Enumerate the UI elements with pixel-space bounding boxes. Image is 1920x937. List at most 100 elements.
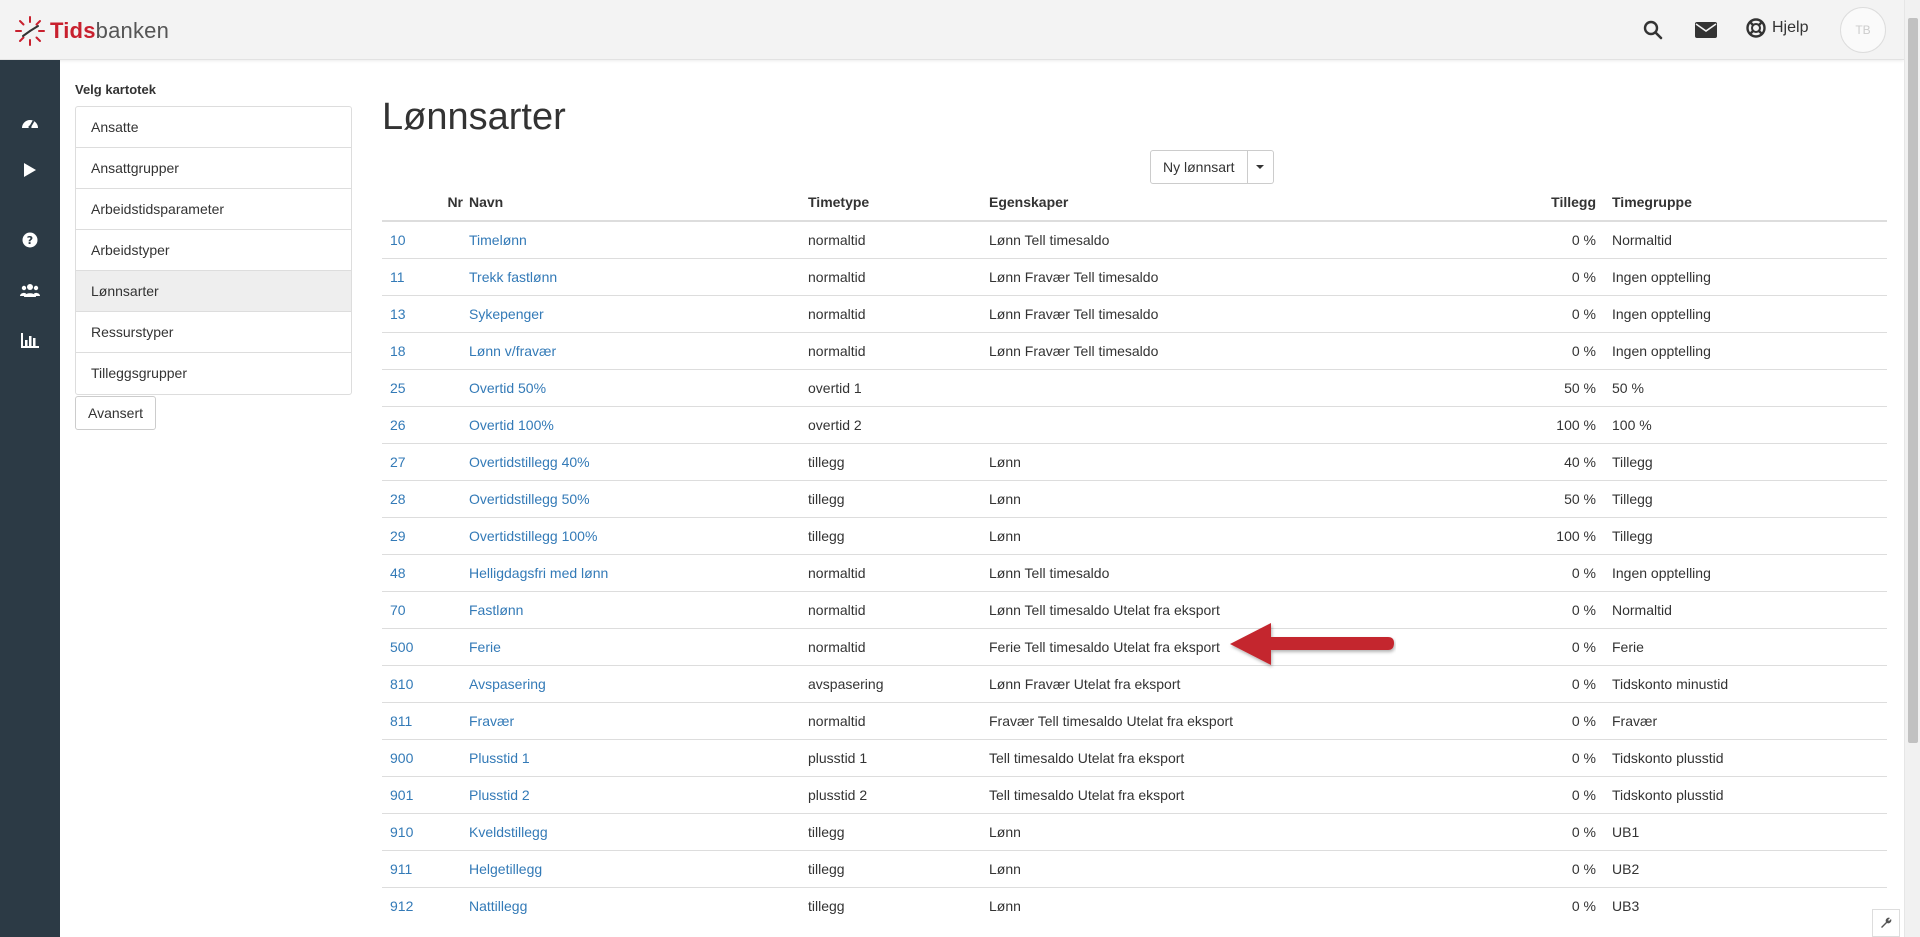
row-nr-link[interactable]: 500 xyxy=(390,639,413,655)
row-navn-link[interactable]: Kveldstillegg xyxy=(469,824,548,840)
row-navn-link[interactable]: Fastlønn xyxy=(469,602,523,618)
table-row[interactable]: 910 Kveldstillegg tillegg Lønn 0 % UB1 xyxy=(382,812,1887,850)
column-header-tillegg[interactable]: Tillegg xyxy=(1469,183,1606,222)
table-row[interactable]: 18 Lønn v/fravær normaltid Lønn Fravær Tell… xyxy=(382,331,1887,369)
table-cell-egenskaper: Lønn Tell timesaldo xyxy=(989,220,1469,258)
new-lonnsart-button[interactable]: Ny lønnsart xyxy=(1150,150,1248,184)
table-row[interactable]: 901 Plusstid 2 plusstid 2 Tell timesaldo Ut… xyxy=(382,775,1887,813)
table-cell-timetype: normaltid xyxy=(808,220,989,258)
table-row[interactable]: 10 Timelønn normaltid Lønn Tell timesaldo 0 … xyxy=(382,220,1887,258)
row-navn-link[interactable]: Fravær xyxy=(469,713,514,729)
table-row[interactable]: 25 Overtid 50% overtid 1 50 % 50 % xyxy=(382,368,1887,406)
dashboard-icon[interactable] xyxy=(18,110,42,134)
row-navn-link[interactable]: Plusstid 2 xyxy=(469,787,530,803)
table-row[interactable]: 500 Ferie normaltid Ferie Tell timesaldo Ut… xyxy=(382,627,1887,665)
menu-item-lonnsarter[interactable]: Lønnsarter xyxy=(76,271,351,312)
row-nr-link[interactable]: 13 xyxy=(390,306,406,322)
table-cell-timetype: plusstid 1 xyxy=(808,738,989,776)
menu-item-ansatte[interactable]: Ansatte xyxy=(76,107,351,148)
row-nr-link[interactable]: 26 xyxy=(390,417,406,433)
advanced-button[interactable]: Avansert xyxy=(75,396,156,430)
row-nr-link[interactable]: 901 xyxy=(390,787,413,803)
row-navn-link[interactable]: Overtid 100% xyxy=(469,417,554,433)
avatar[interactable]: TB xyxy=(1840,7,1886,53)
row-nr-link[interactable]: 48 xyxy=(390,565,406,581)
row-navn-link[interactable]: Overtidstillegg 50% xyxy=(469,491,590,507)
row-navn-link[interactable]: Avspasering xyxy=(469,676,546,692)
play-icon[interactable] xyxy=(18,158,42,182)
wrench-icon[interactable] xyxy=(1872,909,1900,937)
row-nr-link[interactable]: 911 xyxy=(390,861,412,877)
dropdown-toggle-button[interactable] xyxy=(1247,150,1274,184)
row-navn-link[interactable]: Overtid 50% xyxy=(469,380,546,396)
row-navn-link[interactable]: Lønn v/fravær xyxy=(469,343,556,359)
row-nr-link[interactable]: 910 xyxy=(390,824,413,840)
row-navn-link[interactable]: Overtidstillegg 100% xyxy=(469,528,597,544)
table-row[interactable]: 48 Helligdagsfri med lønn normaltid Lønn Te… xyxy=(382,553,1887,591)
users-icon[interactable] xyxy=(18,278,42,302)
row-nr-link[interactable]: 70 xyxy=(390,602,406,618)
table-row[interactable]: 26 Overtid 100% overtid 2 100 % 100 % xyxy=(382,405,1887,443)
row-navn-link[interactable]: Timelønn xyxy=(469,232,527,248)
table-cell-timegruppe: Ingen opptelling xyxy=(1606,294,1887,332)
row-navn-link[interactable]: Helgetillegg xyxy=(469,861,542,877)
menu-item-ansattgrupper[interactable]: Ansattgrupper xyxy=(76,148,351,189)
row-nr-link[interactable]: 29 xyxy=(390,528,406,544)
table-row[interactable]: 70 Fastlønn normaltid Lønn Tell timesaldo U… xyxy=(382,590,1887,628)
row-nr-link[interactable]: 25 xyxy=(390,380,406,396)
row-nr-link[interactable]: 900 xyxy=(390,750,413,766)
row-nr-link[interactable]: 11 xyxy=(390,269,405,285)
scrollbar[interactable] xyxy=(1904,0,1920,937)
column-header-timegruppe[interactable]: Timegruppe xyxy=(1606,183,1887,222)
table-row[interactable]: 811 Fravær normaltid Fravær Tell timesaldo … xyxy=(382,701,1887,739)
row-nr-link[interactable]: 18 xyxy=(390,343,406,359)
row-navn-link[interactable]: Helligdagsfri med lønn xyxy=(469,565,608,581)
table-row[interactable]: 28 Overtidstillegg 50% tillegg Lønn 50 % Till… xyxy=(382,479,1887,517)
table-row[interactable]: 911 Helgetillegg tillegg Lønn 0 % UB2 xyxy=(382,849,1887,887)
mail-icon[interactable] xyxy=(1694,18,1718,42)
row-nr-link[interactable]: 810 xyxy=(390,676,413,692)
row-navn-link[interactable]: Overtidstillegg 40% xyxy=(469,454,590,470)
table-row[interactable]: 900 Plusstid 1 plusstid 1 Tell timesaldo Ut… xyxy=(382,738,1887,776)
table-row[interactable]: 912 Nattillegg tillegg Lønn 0 % UB3 xyxy=(382,886,1887,924)
menu-item-tilleggsgrupper[interactable]: Tilleggsgrupper xyxy=(76,353,351,394)
column-header-nr[interactable]: Nr xyxy=(382,183,469,222)
menu-item-arbeidstidsparameter[interactable]: Arbeidstidsparameter xyxy=(76,189,351,230)
table-cell-nr: 11 xyxy=(382,257,469,295)
question-icon[interactable]: ? xyxy=(18,228,42,252)
menu-item-ressurstyper[interactable]: Ressurstyper xyxy=(76,312,351,353)
column-header-timetype[interactable]: Timetype xyxy=(808,183,989,222)
scrollbar-thumb[interactable] xyxy=(1908,18,1918,743)
table-row[interactable]: 29 Overtidstillegg 100% tillegg Lønn 100 % Ti… xyxy=(382,516,1887,554)
row-nr-link[interactable]: 10 xyxy=(390,232,406,248)
row-navn-link[interactable]: Plusstid 1 xyxy=(469,750,530,766)
column-header-egenskaper[interactable]: Egenskaper xyxy=(989,183,1469,222)
row-timegruppe: 50 % xyxy=(1612,379,1644,396)
logo[interactable]: Tidsbanken xyxy=(14,14,169,48)
search-icon[interactable] xyxy=(1641,18,1665,42)
row-nr-link[interactable]: 27 xyxy=(390,454,406,470)
row-nr-link[interactable]: 28 xyxy=(390,491,406,507)
menu-item-arbeidstyper[interactable]: Arbeidstyper xyxy=(76,230,351,271)
table-cell-egenskaper: Lønn Tell timesaldo xyxy=(989,553,1469,591)
row-navn-link[interactable]: Sykepenger xyxy=(469,306,544,322)
row-nr-link[interactable]: 811 xyxy=(390,713,412,729)
table-row[interactable]: 810 Avspasering avspasering Lønn Fravær Ute… xyxy=(382,664,1887,702)
row-navn-link[interactable]: Ferie xyxy=(469,639,501,655)
table-row[interactable]: 13 Sykepenger normaltid Lønn Fravær Tell ti… xyxy=(382,294,1887,332)
row-timetype: normaltid xyxy=(808,305,866,322)
row-nr-link[interactable]: 912 xyxy=(390,898,413,914)
table-row[interactable]: 11 Trekk fastlønn normaltid Lønn Fravær Tel… xyxy=(382,257,1887,295)
row-timegruppe: 100 % xyxy=(1612,416,1652,433)
logo-text-bold: Tids xyxy=(50,18,96,43)
row-navn-link[interactable]: Trekk fastlønn xyxy=(469,269,557,285)
row-navn-link[interactable]: Nattillegg xyxy=(469,898,527,914)
row-egenskaper: Lønn Fravær Tell timesaldo xyxy=(989,342,1159,359)
bar-chart-icon[interactable] xyxy=(18,328,42,352)
help-link[interactable]: Hjelp xyxy=(1746,18,1808,38)
table-cell-timetype: plusstid 2 xyxy=(808,775,989,813)
column-header-navn[interactable]: Navn xyxy=(469,183,808,222)
table-row[interactable]: 27 Overtidstillegg 40% tillegg Lønn 40 % Till… xyxy=(382,442,1887,480)
clock-logo-icon xyxy=(15,16,45,46)
row-timetype: tillegg xyxy=(808,860,845,877)
